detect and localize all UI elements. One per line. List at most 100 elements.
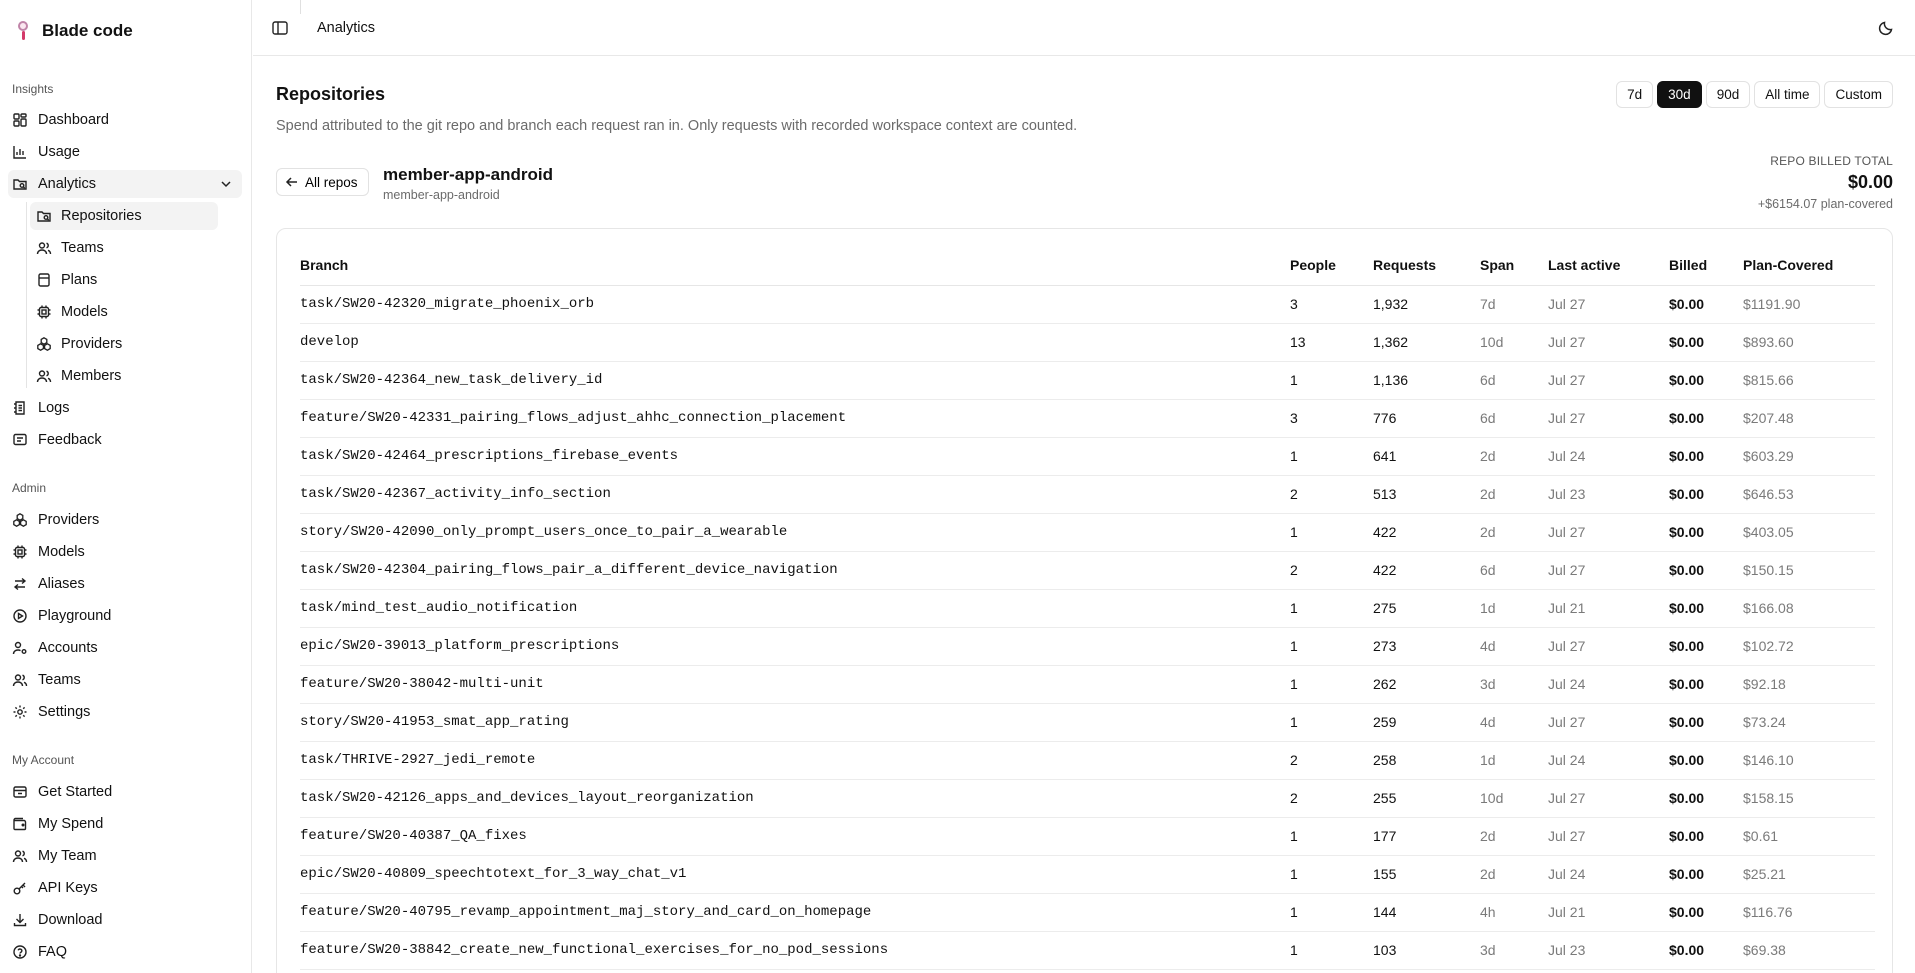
theme-toggle-icon[interactable] xyxy=(1877,19,1895,37)
sidebar-item-faq[interactable]: FAQ xyxy=(8,938,242,966)
breadcrumb: Analytics xyxy=(317,20,376,36)
column-header-last-active[interactable]: Last active xyxy=(1548,245,1669,286)
range-button-all-time[interactable]: All time xyxy=(1754,81,1821,108)
cell-billed: $0.00 xyxy=(1669,513,1743,552)
sidebar-item-download[interactable]: Download xyxy=(8,906,242,934)
table-row[interactable]: task/SW20-42464_prescriptions_firebase_e… xyxy=(300,437,1875,476)
range-button-90d[interactable]: 90d xyxy=(1705,81,1751,108)
range-button-30d[interactable]: 30d xyxy=(1657,81,1702,108)
column-header-billed[interactable]: Billed xyxy=(1669,245,1743,286)
cell-people: 1 xyxy=(1290,855,1373,894)
table-row[interactable]: feature/SW20-42331_pairing_flows_adjust_… xyxy=(300,399,1875,438)
all-repos-button[interactable]: All repos xyxy=(276,168,369,196)
cell-plan-covered: $116.76 xyxy=(1743,893,1875,932)
cell-requests: 513 xyxy=(1373,475,1480,514)
sidebar-item-logs[interactable]: Logs xyxy=(8,394,242,422)
sidebar-item-admin-teams[interactable]: Teams xyxy=(8,666,242,694)
cell-branch: feature/SW20-40795_revamp_appointment_ma… xyxy=(300,893,1290,932)
table-row[interactable]: task/SW20-42126_apps_and_devices_layout_… xyxy=(300,779,1875,818)
table-row[interactable]: task/SW20-42304_pairing_flows_pair_a_dif… xyxy=(300,551,1875,590)
table-row[interactable]: task/SW20-42364_new_task_delivery_id 1 1,1… xyxy=(300,361,1875,400)
column-header-people[interactable]: People xyxy=(1290,245,1373,286)
table-row[interactable]: task/SW20-42367_activity_info_section 2 51… xyxy=(300,475,1875,514)
sidebar-item-label: Aliases xyxy=(38,576,85,592)
table-row[interactable]: task/THRIVE-2927_jedi_remote 2 258 1d Jul 24… xyxy=(300,741,1875,780)
cell-requests: 259 xyxy=(1373,703,1480,742)
cell-span: 6d xyxy=(1480,399,1548,438)
folder-search-icon xyxy=(36,208,52,224)
sidebar-item-label: Plans xyxy=(61,272,98,288)
sidebar-item-label: Models xyxy=(61,304,108,320)
sidebar-item-models[interactable]: Models xyxy=(30,298,218,326)
cell-requests: 776 xyxy=(1373,399,1480,438)
table-row[interactable]: epic/SW20-39013_platform_prescriptions 1 2… xyxy=(300,627,1875,666)
rocket-icon xyxy=(12,784,28,800)
sidebar-item-my-spend[interactable]: My Spend xyxy=(8,810,242,838)
sidebar-item-api-keys[interactable]: API Keys xyxy=(8,874,242,902)
table-row[interactable]: feature/SW20-38842_create_new_functional… xyxy=(300,931,1875,970)
brand[interactable]: Blade code xyxy=(14,18,133,44)
boxes-icon xyxy=(36,336,52,352)
cell-people: 3 xyxy=(1290,399,1373,438)
column-header-plan-covered[interactable]: Plan-Covered xyxy=(1743,245,1875,286)
sidebar-item-admin-models[interactable]: Models xyxy=(8,538,242,566)
sidebar-item-playground[interactable]: Playground xyxy=(8,602,242,630)
cell-branch: task/SW20-42126_apps_and_devices_layout_… xyxy=(300,779,1290,818)
sidebar-item-analytics[interactable]: Analytics xyxy=(8,170,242,198)
column-header-requests[interactable]: Requests xyxy=(1373,245,1480,286)
sidebar-item-members[interactable]: Members xyxy=(30,362,218,390)
sidebar-item-label: FAQ xyxy=(38,944,68,960)
cell-plan-covered: $158.15 xyxy=(1743,779,1875,818)
cell-requests: 255 xyxy=(1373,779,1480,818)
table-row[interactable]: task/SW20-42320_migrate_phoenix_orb 3 1,93… xyxy=(300,285,1875,324)
sidebar-item-repositories[interactable]: Repositories xyxy=(30,202,218,230)
folder-search-icon xyxy=(12,176,28,192)
table-row[interactable]: story/SW20-42090_only_prompt_users_once_… xyxy=(300,513,1875,552)
sidebar-item-get-started[interactable]: Get Started xyxy=(8,778,242,806)
chevron-down-icon[interactable] xyxy=(218,176,234,192)
cell-span: 3d xyxy=(1480,931,1548,970)
brand-logo-icon xyxy=(14,19,32,43)
table-row[interactable]: feature/SW20-40795_revamp_appointment_ma… xyxy=(300,893,1875,932)
play-circle-icon xyxy=(12,608,28,624)
sidebar-item-usage[interactable]: Usage xyxy=(8,138,242,166)
table-row[interactable]: task/mind_test_audio_notification 1 275 1d J… xyxy=(300,589,1875,628)
sidebar-item-my-team[interactable]: My Team xyxy=(8,842,242,870)
sidebar-item-label: Settings xyxy=(38,704,91,720)
table-row[interactable]: story/SW20-41953_smat_app_rating 1 259 4d Ju… xyxy=(300,703,1875,742)
table-row[interactable]: feature/SW20-38042-multi-unit 1 262 3d Jul 2… xyxy=(300,665,1875,704)
table-row[interactable]: feature/SW20-40387_QA_fixes 1 177 2d Jul 27 $… xyxy=(300,817,1875,856)
users-icon xyxy=(12,672,28,688)
cell-span: 7d xyxy=(1480,285,1548,324)
sidebar-item-teams[interactable]: Teams xyxy=(30,234,218,262)
cell-people: 1 xyxy=(1290,627,1373,666)
range-button-custom[interactable]: Custom xyxy=(1824,81,1893,108)
sidebar-item-accounts[interactable]: Accounts xyxy=(8,634,242,662)
cell-requests: 422 xyxy=(1373,513,1480,552)
sidebar-item-settings[interactable]: Settings xyxy=(8,698,242,726)
cell-plan-covered: $603.29 xyxy=(1743,437,1875,476)
cell-last-active: Jul 21 xyxy=(1548,589,1669,628)
sidebar-item-feedback[interactable]: Feedback xyxy=(8,426,242,454)
range-button-7d[interactable]: 7d xyxy=(1616,81,1654,108)
table-row[interactable]: develop 13 1,362 10d Jul 27 $0.00 $893.60 xyxy=(300,323,1875,362)
cell-span: 2d xyxy=(1480,855,1548,894)
sidebar-item-plans[interactable]: Plans xyxy=(30,266,218,294)
cell-people: 1 xyxy=(1290,437,1373,476)
cell-people: 1 xyxy=(1290,703,1373,742)
sidebar-item-providers[interactable]: Providers xyxy=(30,330,218,358)
column-header-span[interactable]: Span xyxy=(1480,245,1548,286)
sidebar-toggle-icon[interactable] xyxy=(271,19,289,37)
sidebar-item-dashboard[interactable]: Dashboard xyxy=(8,106,242,134)
cell-branch: story/SW20-41953_smat_app_rating xyxy=(300,703,1290,742)
sidebar-item-aliases[interactable]: Aliases xyxy=(8,570,242,598)
sidebar-item-label: Analytics xyxy=(38,176,97,192)
cell-billed: $0.00 xyxy=(1669,399,1743,438)
sidebar-item-admin-providers[interactable]: Providers xyxy=(8,506,242,534)
repo-name: member-app-android xyxy=(383,165,554,184)
table-row[interactable]: epic/SW20-40809_speechtotext_for_3_way_c… xyxy=(300,855,1875,894)
cell-billed: $0.00 xyxy=(1669,323,1743,362)
cell-span: 1d xyxy=(1480,741,1548,780)
cell-plan-covered: $92.18 xyxy=(1743,665,1875,704)
column-header-branch[interactable]: Branch xyxy=(300,245,1290,286)
